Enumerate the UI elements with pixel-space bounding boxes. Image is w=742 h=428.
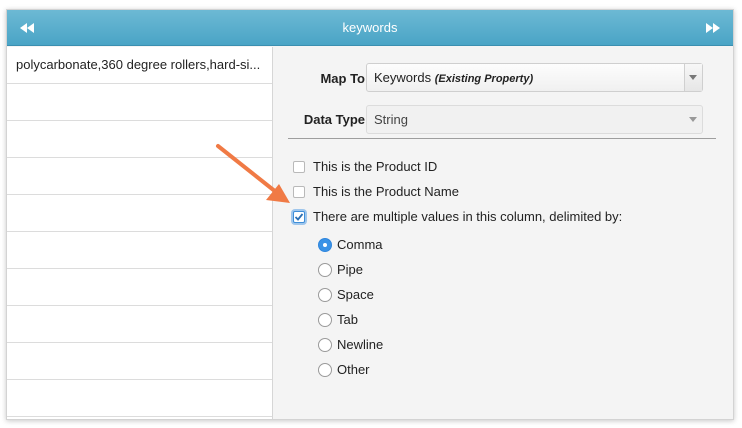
column-header-bar: keywords — [7, 10, 733, 46]
table-row — [7, 121, 272, 158]
table-row — [7, 343, 272, 380]
other-label: Other — [337, 362, 370, 377]
product-id-label: This is the Product ID — [313, 159, 438, 174]
table-row — [7, 84, 272, 121]
mapping-settings-panel: Map To Keywords (Existing Property) Data… — [274, 47, 733, 419]
data-type-value: String — [374, 112, 408, 127]
table-row — [7, 306, 272, 343]
map-to-suffix: (Existing Property) — [434, 73, 534, 85]
delimiter-option-space[interactable]: Space — [318, 286, 438, 304]
data-type-label: Data Type — [303, 112, 365, 127]
table-row — [7, 158, 272, 195]
product-id-option[interactable]: This is the Product ID — [293, 158, 633, 176]
tab-radio[interactable] — [318, 313, 332, 327]
newline-radio[interactable] — [318, 338, 332, 352]
pipe-label: Pipe — [337, 262, 364, 277]
section-divider — [288, 138, 716, 139]
comma-label: Comma — [337, 237, 383, 252]
chevron-down-icon — [689, 75, 697, 80]
table-row — [7, 232, 272, 269]
map-to-select[interactable]: Keywords (Existing Property) — [366, 63, 703, 92]
multiple-values-option[interactable]: There are multiple values in this column… — [293, 208, 693, 226]
multiple-values-label: There are multiple values in this column… — [313, 209, 623, 224]
table-row: polycarbonate,360 degree rollers,hard-si… — [7, 47, 272, 84]
data-preview-column: polycarbonate,360 degree rollers,hard-si… — [7, 47, 273, 419]
pipe-radio[interactable] — [318, 263, 332, 277]
dropdown-button[interactable] — [684, 64, 702, 91]
data-type-select[interactable]: String — [366, 105, 703, 134]
space-radio[interactable] — [318, 288, 332, 302]
delimiter-option-tab[interactable]: Tab — [318, 311, 438, 329]
delimiter-option-comma[interactable]: Comma — [318, 236, 438, 254]
table-row — [7, 380, 272, 417]
comma-radio[interactable] — [318, 238, 332, 252]
double-left-arrow-icon — [20, 23, 34, 33]
delimiter-option-other[interactable]: Other — [318, 361, 438, 379]
table-row — [7, 269, 272, 306]
product-name-checkbox[interactable] — [293, 186, 305, 198]
product-name-label: This is the Product Name — [313, 184, 459, 199]
checkmark-icon — [294, 213, 304, 221]
multiple-values-checkbox[interactable] — [293, 211, 305, 223]
delimiter-option-newline[interactable]: Newline — [318, 336, 438, 354]
tab-label: Tab — [337, 312, 358, 327]
previous-column-button[interactable] — [17, 18, 37, 38]
map-to-value: Keywords — [374, 70, 432, 85]
product-id-checkbox[interactable] — [293, 161, 305, 173]
space-label: Space — [337, 287, 374, 302]
other-radio[interactable] — [318, 363, 332, 377]
column-mapping-window: keywords polycarbonate,360 degree roller… — [6, 9, 734, 420]
newline-label: Newline — [337, 337, 384, 352]
delimiter-option-pipe[interactable]: Pipe — [318, 261, 438, 279]
chevron-down-icon — [689, 117, 697, 122]
next-column-button[interactable] — [703, 18, 723, 38]
table-row — [7, 195, 272, 232]
column-title: keywords — [342, 20, 398, 35]
map-to-label: Map To — [320, 71, 365, 86]
double-right-arrow-icon — [706, 23, 720, 33]
product-name-option[interactable]: This is the Product Name — [293, 183, 633, 201]
